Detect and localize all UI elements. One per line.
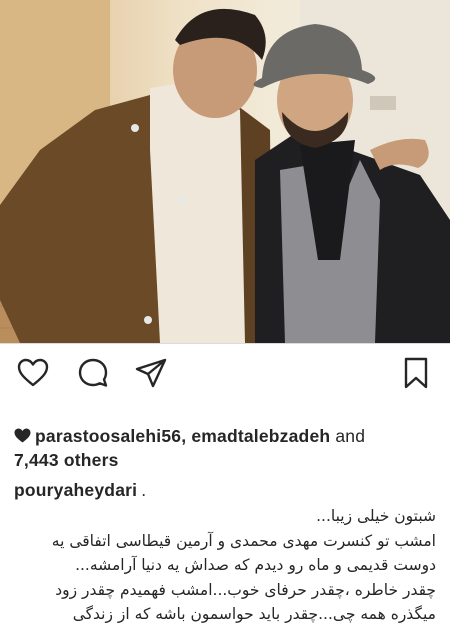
caption-line: میگذره همه چی...چقدر باید حواسمون باشه ک…: [72, 605, 436, 623]
caption-author: pouryaheydari.: [14, 480, 146, 501]
comment-bubble-icon: [78, 358, 108, 387]
caption-text: شبتون خیلی زیبا... امشب تو کنسرت مهدی مح…: [6, 504, 436, 627]
likes-separator: ,: [181, 426, 192, 446]
action-bar: [0, 356, 450, 396]
author-username-link[interactable]: pouryaheydari: [14, 480, 137, 500]
post-photo[interactable]: [0, 0, 450, 343]
paper-plane-icon: [135, 358, 167, 388]
caption-line: چقدر خاطره ،چقدر حرفای خوب...امشب فهمیدم…: [55, 580, 436, 599]
liked-by-user-link[interactable]: parastoosalehi56: [35, 426, 181, 446]
like-button[interactable]: [16, 356, 50, 390]
share-button[interactable]: [134, 356, 168, 390]
likes-others-link[interactable]: 7,443 others: [14, 448, 438, 472]
likes-and-text: and: [330, 426, 366, 446]
caption-line: امشب تو کنسرت مهدی محمدی و آرمین قیطاسی …: [51, 531, 436, 550]
photo-divider: [0, 343, 450, 344]
bookmark-icon: [404, 357, 428, 389]
comment-button[interactable]: [76, 356, 110, 390]
likes-summary: parastoosalehi56, emadtalebzadeh and 7,4…: [14, 424, 438, 472]
heart-filled-icon: [14, 428, 31, 443]
caption-line: دوست قدیمی و ماه رو دیدم که صداش یه دنیا…: [75, 556, 436, 574]
caption-line: شبتون خیلی زیبا...: [316, 507, 436, 525]
liked-by-user-link[interactable]: emadtalebzadeh: [191, 426, 330, 446]
author-suffix: .: [141, 480, 147, 500]
heart-outline-icon: [17, 358, 49, 387]
save-button[interactable]: [399, 356, 433, 390]
